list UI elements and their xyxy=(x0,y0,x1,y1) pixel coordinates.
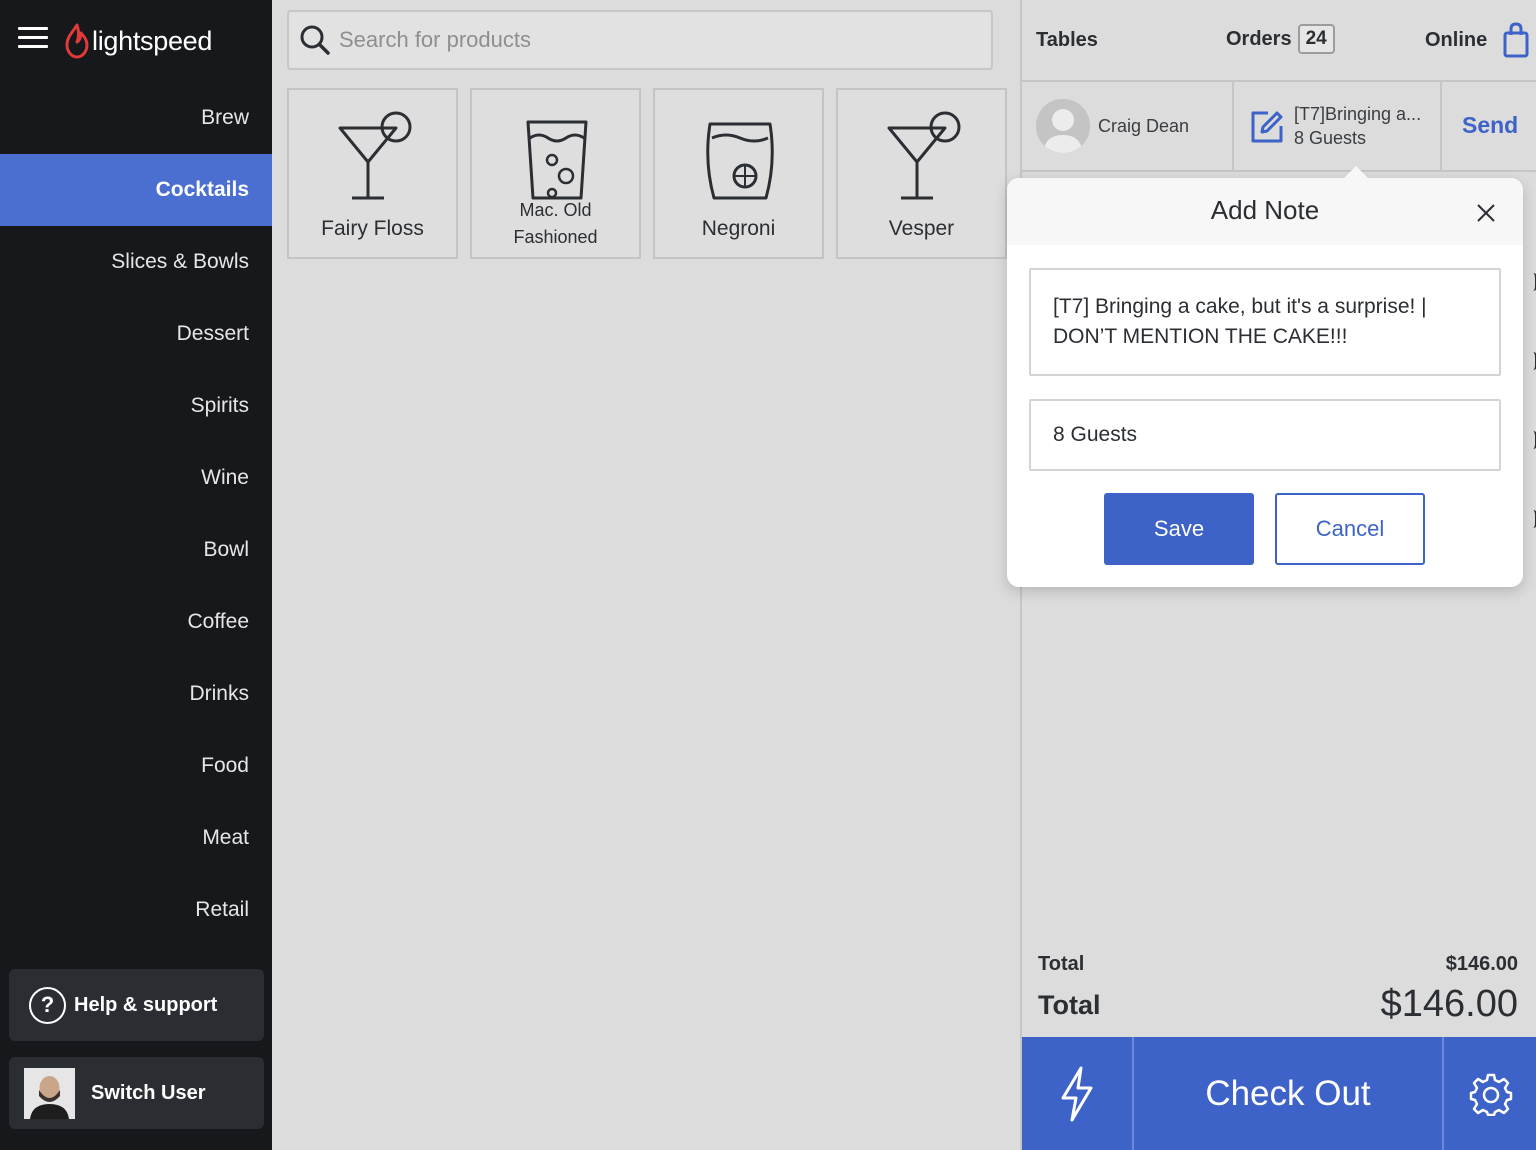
guests-input[interactable] xyxy=(1029,399,1501,471)
orders-label: Orders xyxy=(1226,27,1292,50)
subtotal-value: $146.00 xyxy=(1445,953,1518,975)
help-support-label: Help & support xyxy=(74,993,218,1016)
close-icon[interactable] xyxy=(1473,200,1499,226)
order-customer-bar: Craig Dean [T7]Bringing a... 8 Guests Se… xyxy=(1022,82,1536,172)
product-name: Fairy Floss xyxy=(321,217,424,240)
cancel-button[interactable]: Cancel xyxy=(1275,493,1425,565)
sidebar-item-cocktails[interactable]: Cocktails xyxy=(0,154,272,226)
orders-tab[interactable]: Orders 24 xyxy=(1226,24,1335,54)
tables-tab[interactable]: Tables xyxy=(1036,29,1098,52)
product-name: Mac. Old Fashioned xyxy=(472,197,639,251)
sidebar-item-brew[interactable]: Brew xyxy=(0,82,272,154)
category-list: Brew Cocktails Slices & Bowls Dessert Sp… xyxy=(0,82,272,946)
customer-selector[interactable]: Craig Dean xyxy=(1022,82,1234,170)
search-input[interactable] xyxy=(339,27,959,53)
sidebar-item-retail[interactable]: Retail xyxy=(0,874,272,946)
martini-glass-icon xyxy=(338,111,412,200)
product-name: Negroni xyxy=(701,217,776,240)
online-tab[interactable]: Online xyxy=(1425,29,1487,52)
order-topbar: Tables Orders 24 Online xyxy=(1022,0,1536,82)
modal-title: Add Note xyxy=(1210,195,1320,225)
search-icon xyxy=(300,25,330,55)
quick-pay-button[interactable] xyxy=(1022,1037,1134,1150)
product-tile-fairy-floss[interactable]: Fairy Floss xyxy=(287,88,458,259)
guests-preview: 8 Guests xyxy=(1294,128,1367,148)
note-preview: [T7]Bringing a... xyxy=(1294,104,1422,124)
customer-avatar-icon xyxy=(1036,99,1090,153)
rocks-glass-icon xyxy=(706,122,774,200)
subtotal-label: Total xyxy=(1038,953,1085,975)
total-label: Total xyxy=(1038,990,1101,1020)
order-note-button[interactable]: [T7]Bringing a... 8 Guests xyxy=(1234,82,1442,170)
orders-count-badge: 24 xyxy=(1297,24,1335,54)
send-button[interactable]: Send xyxy=(1462,112,1518,139)
highball-glass-icon xyxy=(526,120,588,200)
product-tile-mac-old-fashioned[interactable]: Mac. Old Fashioned xyxy=(470,88,641,259)
question-circle-icon: ? xyxy=(29,986,66,1024)
checkout-button[interactable]: Check Out xyxy=(1134,1037,1444,1150)
category-sidebar: lightspeed Brew Cocktails Slices & Bowls… xyxy=(0,0,272,1150)
product-tile-negroni[interactable]: Negroni xyxy=(653,88,824,259)
settings-button[interactable] xyxy=(1444,1037,1536,1150)
sidebar-item-bowl[interactable]: Bowl xyxy=(0,514,272,586)
help-support-button[interactable]: ? Help & support xyxy=(9,969,264,1041)
gear-icon xyxy=(1469,1073,1513,1116)
user-avatar xyxy=(24,1067,75,1119)
modal-header: Add Note xyxy=(1007,178,1523,245)
sidebar-item-drinks[interactable]: Drinks xyxy=(0,658,272,730)
product-name-line2: Fashioned xyxy=(513,227,598,247)
martini-glass-icon xyxy=(887,111,961,200)
edit-note-icon xyxy=(1251,111,1283,143)
product-tile-vesper[interactable]: Vesper xyxy=(836,88,1007,259)
lightspeed-logo: lightspeed xyxy=(64,22,212,60)
save-button[interactable]: Save xyxy=(1104,493,1254,565)
product-search[interactable] xyxy=(287,10,993,70)
note-textarea[interactable]: [T7] Bringing a cake, but it's a surpris… xyxy=(1029,268,1501,376)
add-note-modal: Add Note [T7] Bringing a cake, but it's … xyxy=(1007,166,1523,587)
flame-icon xyxy=(65,23,89,59)
switch-user-label: Switch User xyxy=(91,1081,206,1104)
total-value: $146.00 xyxy=(1380,983,1518,1025)
checkout-bar: Check Out xyxy=(1022,1037,1536,1150)
product-name: Vesper xyxy=(888,217,955,240)
sidebar-item-dessert[interactable]: Dessert xyxy=(0,298,272,370)
sidebar-item-coffee[interactable]: Coffee xyxy=(0,586,272,658)
brand-name: lightspeed xyxy=(92,25,213,56)
sidebar-item-meat[interactable]: Meat xyxy=(0,802,272,874)
customer-name: Craig Dean xyxy=(1098,115,1190,136)
menu-icon[interactable] xyxy=(18,27,48,51)
switch-user-button[interactable]: Switch User xyxy=(9,1057,264,1129)
shopping-bag-icon[interactable] xyxy=(1502,22,1530,58)
brand-header: lightspeed xyxy=(0,0,272,82)
product-name-line1: Mac. Old xyxy=(519,200,592,220)
sidebar-item-food[interactable]: Food xyxy=(0,730,272,802)
sidebar-item-spirits[interactable]: Spirits xyxy=(0,370,272,442)
lightning-bolt-icon xyxy=(1061,1066,1093,1121)
sidebar-item-wine[interactable]: Wine xyxy=(0,442,272,514)
sidebar-item-slices-bowls[interactable]: Slices & Bowls xyxy=(0,226,272,298)
